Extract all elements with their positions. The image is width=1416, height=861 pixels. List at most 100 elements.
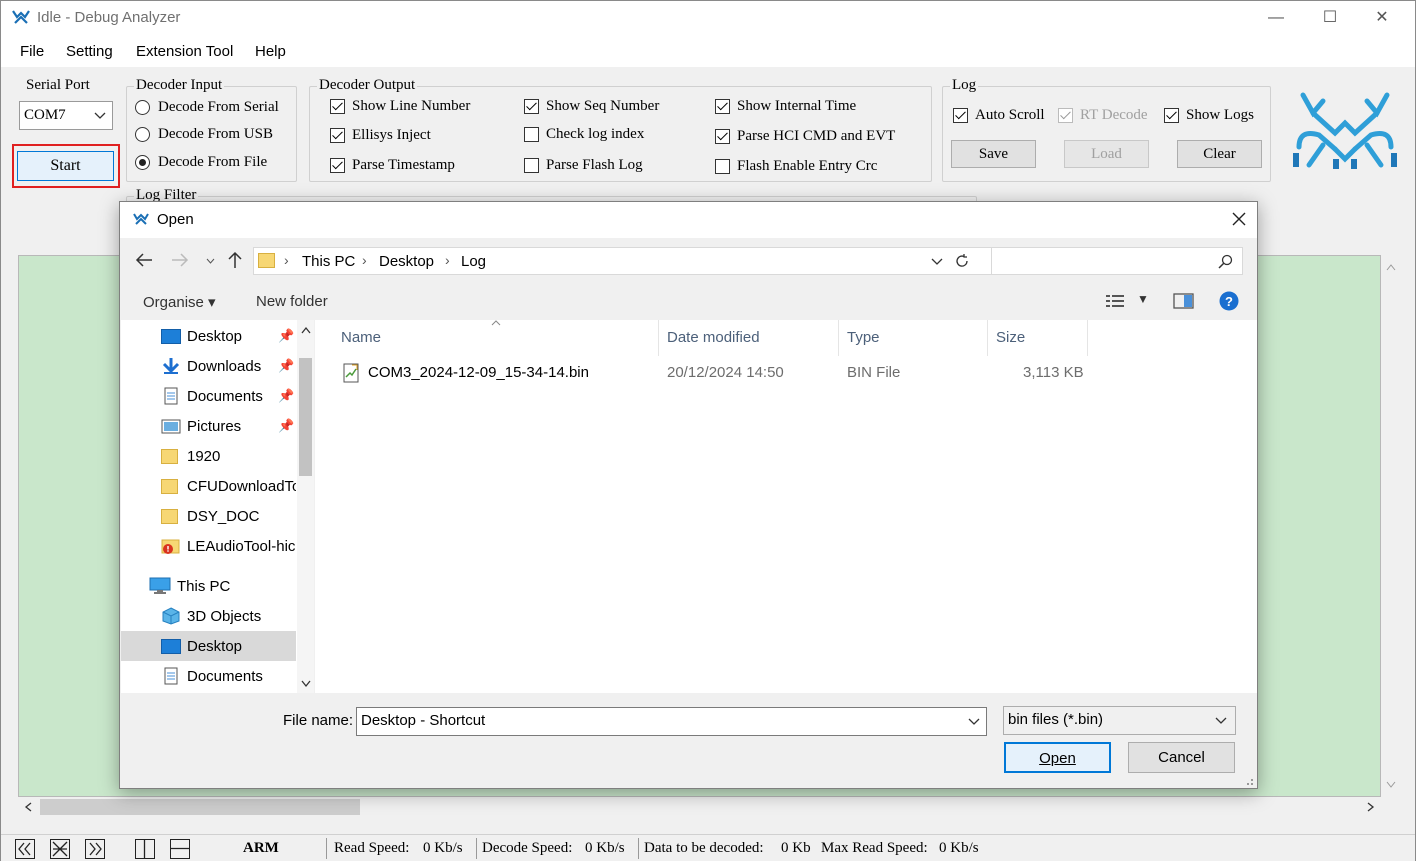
horizontal-scroll-thumb[interactable] bbox=[40, 799, 360, 815]
horizontal-scrollbar[interactable] bbox=[18, 797, 1381, 818]
start-button[interactable]: Start bbox=[17, 151, 114, 181]
nav-item-cfudownloadto[interactable]: CFUDownloadTo bbox=[121, 471, 296, 501]
chk-show-line-number[interactable]: Show Line Number bbox=[330, 98, 470, 115]
nav-item-documents-quick[interactable]: Documents 📌 bbox=[121, 381, 296, 411]
address-bar[interactable]: › This PC › Desktop › Log bbox=[253, 247, 1097, 275]
chevron-down-icon[interactable] bbox=[1215, 717, 1227, 725]
menu-setting[interactable]: Setting bbox=[66, 43, 113, 60]
nav-item-desktop[interactable]: Desktop bbox=[121, 631, 296, 661]
file-type-filter[interactable]: bin files (*.bin) bbox=[1003, 706, 1236, 735]
minimize-button[interactable]: — bbox=[1253, 5, 1299, 31]
cancel-button[interactable]: Cancel bbox=[1128, 742, 1235, 773]
chk-show-seq-number[interactable]: Show Seq Number bbox=[524, 98, 659, 115]
chk-auto-scroll[interactable]: Auto Scroll bbox=[953, 107, 1045, 124]
radio-decode-from-file[interactable]: Decode From File bbox=[135, 154, 267, 171]
forward-arrow-icon[interactable] bbox=[171, 253, 189, 267]
open-button[interactable]: Open bbox=[1004, 742, 1111, 773]
nav-item-downloads[interactable]: Downloads 📌 bbox=[121, 351, 296, 381]
load-button[interactable]: Load bbox=[1064, 140, 1149, 168]
download-arrow-icon bbox=[162, 358, 180, 374]
vertical-scrollbar[interactable] bbox=[1381, 255, 1401, 797]
file-date: 20/12/2024 14:50 bbox=[667, 364, 784, 381]
folder-icon bbox=[161, 508, 178, 524]
file-row[interactable]: COM3_2024-12-09_15-34-14.bin 20/12/2024 … bbox=[333, 356, 1093, 390]
serial-port-select[interactable]: COM7 bbox=[19, 101, 113, 130]
column-type[interactable]: Type bbox=[839, 320, 988, 356]
nav-item-dsy-doc[interactable]: DSY_DOC bbox=[121, 501, 296, 531]
nav-item-1920[interactable]: 1920 bbox=[121, 441, 296, 471]
file-list[interactable]: Name Date modified Type Size COM3_2024-1… bbox=[315, 320, 1257, 693]
search-input[interactable] bbox=[991, 247, 1243, 275]
recent-dropdown-icon[interactable] bbox=[206, 258, 215, 264]
dialog-close-icon[interactable] bbox=[1232, 212, 1246, 226]
breadcrumb-this-pc[interactable]: This PC bbox=[302, 253, 355, 270]
open-file-dialog: Open › This PC › Desktop › Log Organise … bbox=[119, 201, 1258, 789]
nav-item-pictures[interactable]: Pictures 📌 bbox=[121, 411, 296, 441]
radio-decode-from-serial[interactable]: Decode From Serial bbox=[135, 99, 279, 116]
nav-scrollbar[interactable] bbox=[297, 320, 314, 693]
decoder-output-label: Decoder Output bbox=[317, 77, 418, 94]
file-name-input[interactable]: Desktop - Shortcut bbox=[356, 707, 987, 736]
save-button[interactable]: Save bbox=[951, 140, 1036, 168]
address-dropdown-icon[interactable] bbox=[931, 258, 943, 266]
max-read-speed-label: Max Read Speed: bbox=[821, 840, 928, 856]
menu-help[interactable]: Help bbox=[255, 43, 286, 60]
app-logo-icon bbox=[12, 10, 30, 24]
view-dropdown-icon[interactable]: ▼ bbox=[1137, 292, 1149, 306]
last-icon[interactable] bbox=[85, 839, 105, 859]
chk-parse-flash-log[interactable]: Parse Flash Log bbox=[524, 157, 643, 174]
back-arrow-icon[interactable] bbox=[135, 253, 153, 267]
column-date-modified[interactable]: Date modified bbox=[659, 320, 839, 356]
chk-flash-enable-entry-crc[interactable]: Flash Enable Entry Crc bbox=[715, 158, 877, 175]
chk-parse-hci-cmd-evt[interactable]: Parse HCI CMD and EVT bbox=[715, 128, 895, 145]
chk-show-logs[interactable]: Show Logs bbox=[1164, 107, 1254, 124]
resize-grip-icon[interactable] bbox=[1244, 776, 1254, 786]
chk-ellisys-inject[interactable]: Ellisys Inject bbox=[330, 127, 431, 144]
up-arrow-icon[interactable] bbox=[228, 251, 242, 269]
chk-check-log-index[interactable]: Check log index bbox=[524, 126, 644, 143]
refresh-icon[interactable] bbox=[954, 253, 970, 269]
read-speed-value: 0 Kb/s bbox=[423, 840, 463, 856]
scroll-up-icon[interactable] bbox=[1386, 263, 1396, 271]
scroll-right-icon[interactable] bbox=[1367, 802, 1375, 812]
nav-item-leaudiotool[interactable]: LEAudioTool-hic bbox=[121, 531, 296, 561]
close-button[interactable]: ✕ bbox=[1359, 5, 1405, 31]
column-name[interactable]: Name bbox=[333, 320, 659, 356]
view-options-icon[interactable] bbox=[1105, 293, 1127, 309]
preview-pane-icon[interactable] bbox=[1173, 293, 1195, 309]
menu-extension-tool[interactable]: Extension Tool bbox=[136, 43, 233, 60]
scroll-left-icon[interactable] bbox=[24, 802, 32, 812]
pin-icon: 📌 bbox=[278, 418, 295, 433]
maximize-button[interactable]: ☐ bbox=[1307, 5, 1353, 31]
new-folder-button[interactable]: New folder bbox=[256, 293, 328, 310]
breadcrumb-log[interactable]: Log bbox=[461, 253, 486, 270]
chevron-down-icon[interactable] bbox=[968, 718, 980, 726]
decode-speed-value: 0 Kb/s bbox=[585, 840, 625, 856]
chk-show-internal-time[interactable]: Show Internal Time bbox=[715, 98, 856, 115]
column-size[interactable]: Size bbox=[988, 320, 1088, 356]
menu-file[interactable]: File bbox=[20, 43, 44, 60]
dialog-title: Open bbox=[157, 211, 194, 228]
organise-button[interactable]: Organise ▾ bbox=[143, 293, 216, 311]
chk-parse-timestamp[interactable]: Parse Timestamp bbox=[330, 157, 455, 174]
read-speed-label: Read Speed: bbox=[334, 840, 410, 856]
scroll-down-icon[interactable] bbox=[1386, 781, 1396, 789]
breadcrumb-desktop[interactable]: Desktop bbox=[379, 253, 434, 270]
stop-icon[interactable] bbox=[50, 839, 70, 859]
nav-item-documents[interactable]: Documents bbox=[121, 661, 296, 691]
split-horizontal-icon[interactable] bbox=[170, 839, 190, 859]
folder-icon bbox=[258, 253, 275, 268]
nav-item-this-pc[interactable]: This PC bbox=[121, 571, 296, 601]
first-icon[interactable] bbox=[15, 839, 35, 859]
chk-rt-decode[interactable]: RT Decode bbox=[1058, 107, 1148, 124]
radio-decode-from-usb[interactable]: Decode From USB bbox=[135, 126, 273, 143]
help-icon[interactable]: ? bbox=[1219, 291, 1239, 311]
split-vertical-icon[interactable] bbox=[135, 839, 155, 859]
arch-label: ARM bbox=[243, 840, 279, 856]
clear-button[interactable]: Clear bbox=[1177, 140, 1262, 168]
dialog-title-bar: Open bbox=[120, 202, 1257, 238]
folder-icon bbox=[161, 448, 178, 464]
nav-item-desktop-quick[interactable]: Desktop 📌 bbox=[121, 321, 296, 351]
data-to-decode-label: Data to be decoded: bbox=[644, 840, 764, 856]
nav-item-3d-objects[interactable]: 3D Objects bbox=[121, 601, 296, 631]
